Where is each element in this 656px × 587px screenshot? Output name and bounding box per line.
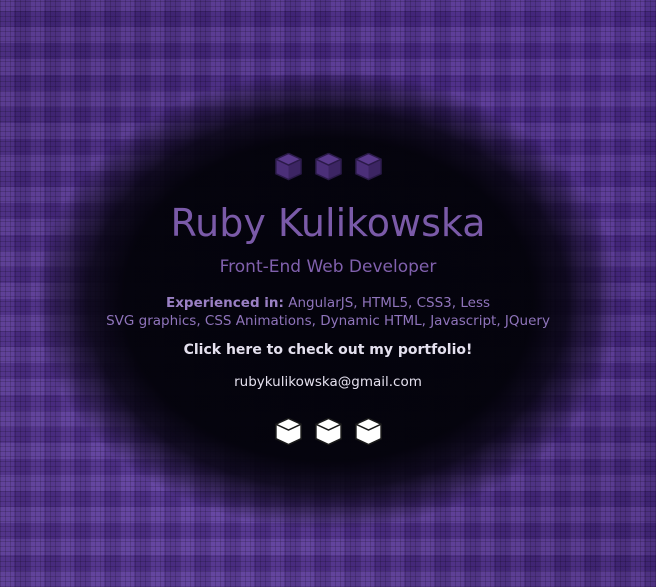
experience-skills-2: SVG graphics, CSS Animations, Dynamic HT… xyxy=(106,313,550,329)
portfolio-link[interactable]: Click here to check out my portfolio! xyxy=(0,342,656,358)
top-cube-row xyxy=(0,150,656,182)
email-link[interactable]: rubykulikowska@gmail.com xyxy=(0,374,656,390)
experience-block: Experienced in: AngularJS, HTML5, CSS3, … xyxy=(0,294,656,330)
cube-icon xyxy=(313,415,344,447)
cube-icon xyxy=(313,150,344,182)
cube-icon xyxy=(273,150,304,182)
experience-line-1: Experienced in: AngularJS, HTML5, CSS3, … xyxy=(0,294,656,312)
experience-label: Experienced in: xyxy=(165,295,284,311)
profile-card: Ruby Kulikowska Front-End Web Developer … xyxy=(0,0,656,587)
cube-icon xyxy=(353,415,384,447)
bottom-cube-row xyxy=(0,415,656,447)
page-title: Ruby Kulikowska xyxy=(170,201,486,245)
experience-skills-1: AngularJS, HTML5, CSS3, Less xyxy=(288,295,491,311)
job-title: Front-End Web Developer xyxy=(219,257,437,277)
cube-icon xyxy=(273,415,304,447)
cube-icon xyxy=(353,150,384,182)
